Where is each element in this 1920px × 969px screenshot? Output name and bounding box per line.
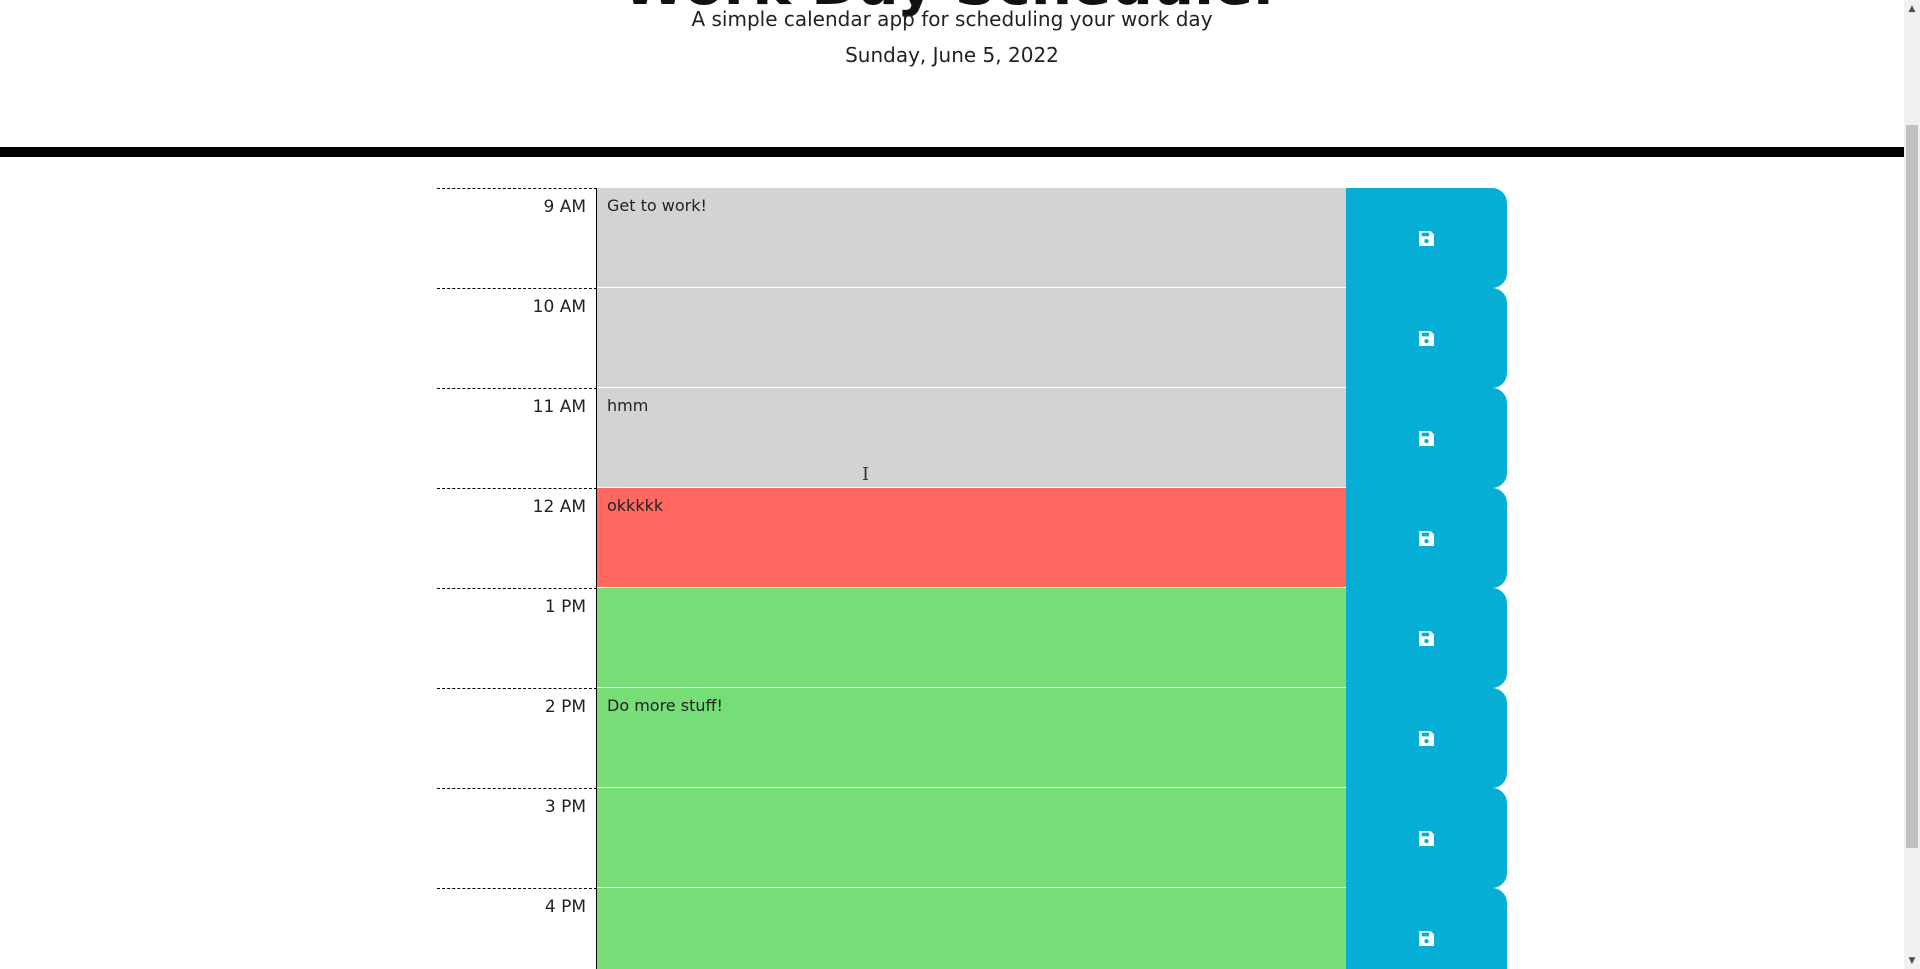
floppy-disk-icon [1419,930,1434,946]
current-day: Sunday, June 5, 2022 [845,43,1059,67]
floppy-disk-icon [1419,630,1434,646]
floppy-disk-icon [1419,230,1434,246]
time-block-row: 12 AM okkkkk [437,488,1507,588]
schedule: 9 AM Get to work! 10 AM 11 AM hmm 12 AM … [437,188,1507,969]
description-field[interactable]: okkkkk [597,488,1346,588]
save-button[interactable] [1346,688,1507,788]
page: Work Day Scheduler A simple calendar app… [0,0,1904,969]
hour-label: 10 AM [437,288,597,388]
save-button[interactable] [1346,888,1507,969]
description-field[interactable] [597,788,1346,888]
description-field[interactable]: Do more stuff! [597,688,1346,788]
save-button[interactable] [1346,788,1507,888]
floppy-disk-icon [1419,330,1434,346]
hour-label: 9 AM [437,188,597,288]
save-button[interactable] [1346,488,1507,588]
floppy-disk-icon [1419,830,1434,846]
time-block-row: 11 AM hmm [437,388,1507,488]
hour-label: 4 PM [437,888,597,969]
save-button[interactable] [1346,288,1507,388]
description-field[interactable]: hmm [597,388,1346,488]
scroll-up-arrow-icon[interactable]: ▲ [1904,0,1920,17]
save-button[interactable] [1346,388,1507,488]
floppy-disk-icon [1419,730,1434,746]
hour-label: 2 PM [437,688,597,788]
time-block-row: 10 AM [437,288,1507,388]
description-field[interactable] [597,588,1346,688]
hour-label: 3 PM [437,788,597,888]
description-field[interactable] [597,888,1346,969]
save-button[interactable] [1346,188,1507,288]
time-block-row: 4 PM [437,888,1507,969]
floppy-disk-icon [1419,530,1434,546]
time-block-row: 2 PM Do more stuff! [437,688,1507,788]
scroll-down-arrow-icon[interactable]: ▼ [1904,952,1920,969]
description-field[interactable] [597,288,1346,388]
time-block-row: 3 PM [437,788,1507,888]
vertical-scrollbar[interactable]: ▲ ▼ [1904,0,1920,969]
time-block-row: 9 AM Get to work! [437,188,1507,288]
save-button[interactable] [1346,588,1507,688]
hour-label: 11 AM [437,388,597,488]
scrollbar-thumb[interactable] [1906,125,1918,848]
description-field[interactable]: Get to work! [597,188,1346,288]
page-subtitle: A simple calendar app for scheduling you… [691,7,1213,31]
header: Work Day Scheduler A simple calendar app… [0,0,1904,157]
hour-label: 1 PM [437,588,597,688]
time-block-row: 1 PM [437,588,1507,688]
hour-label: 12 AM [437,488,597,588]
floppy-disk-icon [1419,430,1434,446]
